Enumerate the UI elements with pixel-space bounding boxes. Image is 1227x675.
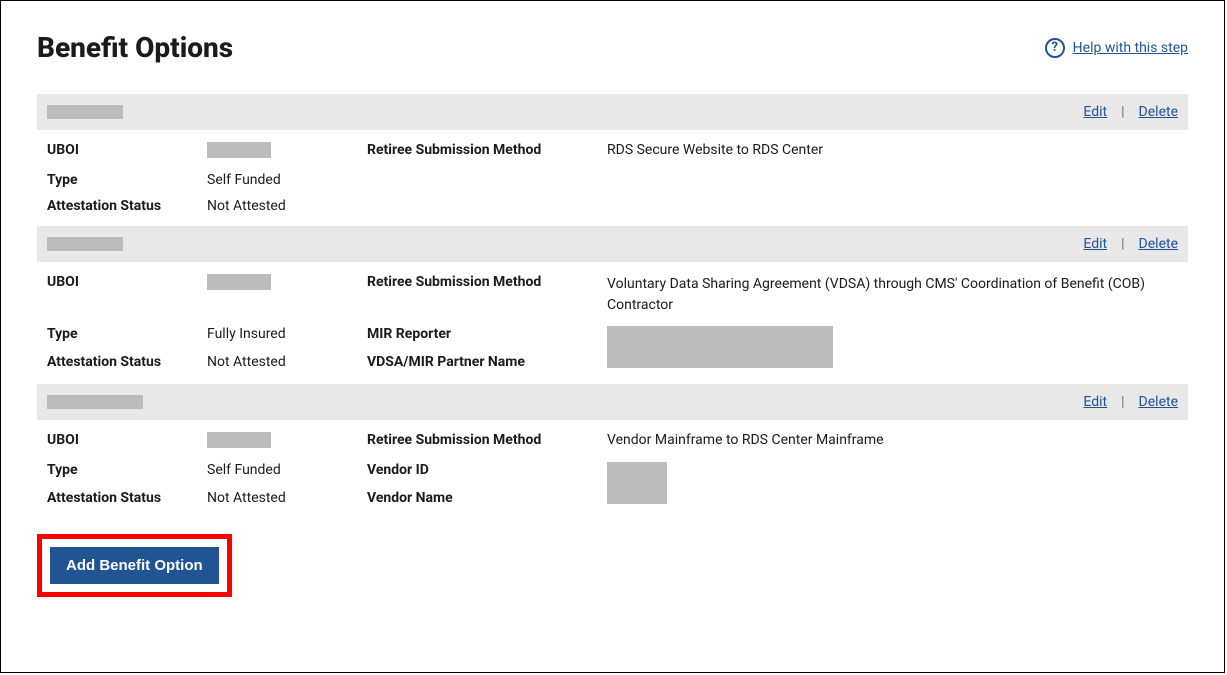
vendor-id-value bbox=[607, 462, 1188, 508]
retiree-method-label: Retiree Submission Method bbox=[367, 432, 607, 448]
attest-label: Attestation Status bbox=[47, 198, 207, 214]
separator: | bbox=[1121, 104, 1124, 120]
benefit-option-block: Edit | Delete UBOI Retiree Submission Me… bbox=[37, 94, 1188, 226]
add-benefit-option-button[interactable]: Add Benefit Option bbox=[50, 547, 219, 584]
option-header: Edit | Delete bbox=[37, 226, 1188, 262]
option-name-redacted bbox=[47, 395, 143, 409]
delete-link[interactable]: Delete bbox=[1139, 236, 1178, 252]
page-title: Benefit Options bbox=[37, 31, 233, 64]
retiree-method-value: Vendor Mainframe to RDS Center Mainframe bbox=[607, 432, 1188, 448]
uboi-label: UBOI bbox=[47, 432, 207, 448]
mir-reporter-value bbox=[607, 326, 1188, 372]
benefit-option-block: Edit | Delete UBOI Retiree Submission Me… bbox=[37, 384, 1188, 520]
help-with-step[interactable]: ? Help with this step bbox=[1045, 38, 1188, 58]
option-name-redacted bbox=[47, 105, 123, 119]
uboi-label: UBOI bbox=[47, 142, 207, 158]
type-value: Self Funded bbox=[207, 462, 367, 478]
redacted-value bbox=[207, 142, 271, 158]
delete-link[interactable]: Delete bbox=[1139, 394, 1178, 410]
option-header: Edit | Delete bbox=[37, 384, 1188, 420]
option-name-redacted bbox=[47, 237, 123, 251]
redacted-value bbox=[607, 462, 667, 504]
option-header: Edit | Delete bbox=[37, 94, 1188, 130]
redacted-value bbox=[607, 326, 833, 368]
retiree-method-value: Voluntary Data Sharing Agreement (VDSA) … bbox=[607, 274, 1188, 316]
uboi-label: UBOI bbox=[47, 274, 207, 290]
edit-link[interactable]: Edit bbox=[1083, 236, 1107, 252]
highlight-box: Add Benefit Option bbox=[37, 534, 232, 597]
help-link[interactable]: Help with this step bbox=[1073, 40, 1188, 56]
retiree-method-value: RDS Secure Website to RDS Center bbox=[607, 142, 1188, 158]
type-value: Self Funded bbox=[207, 172, 367, 188]
type-label: Type bbox=[47, 172, 207, 188]
type-value: Fully Insured bbox=[207, 326, 367, 342]
retiree-method-label: Retiree Submission Method bbox=[367, 274, 607, 290]
vdsa-partner-label: VDSA/MIR Partner Name bbox=[367, 354, 607, 370]
separator: | bbox=[1121, 236, 1124, 252]
uboi-value bbox=[207, 274, 367, 294]
attest-label: Attestation Status bbox=[47, 490, 207, 506]
edit-link[interactable]: Edit bbox=[1083, 104, 1107, 120]
type-label: Type bbox=[47, 462, 207, 478]
type-label: Type bbox=[47, 326, 207, 342]
delete-link[interactable]: Delete bbox=[1139, 104, 1178, 120]
retiree-method-label: Retiree Submission Method bbox=[367, 142, 607, 158]
help-icon: ? bbox=[1045, 38, 1065, 58]
attest-value: Not Attested bbox=[207, 490, 367, 506]
separator: | bbox=[1121, 394, 1124, 410]
attest-value: Not Attested bbox=[207, 354, 367, 370]
vendor-name-label: Vendor Name bbox=[367, 490, 607, 506]
redacted-value bbox=[207, 432, 271, 448]
uboi-value bbox=[207, 432, 367, 452]
redacted-value bbox=[207, 274, 271, 290]
attest-label: Attestation Status bbox=[47, 354, 207, 370]
vendor-id-label: Vendor ID bbox=[367, 462, 607, 478]
edit-link[interactable]: Edit bbox=[1083, 394, 1107, 410]
uboi-value bbox=[207, 142, 367, 162]
mir-reporter-label: MIR Reporter bbox=[367, 326, 607, 342]
attest-value: Not Attested bbox=[207, 198, 367, 214]
benefit-option-block: Edit | Delete UBOI Retiree Submission Me… bbox=[37, 226, 1188, 384]
